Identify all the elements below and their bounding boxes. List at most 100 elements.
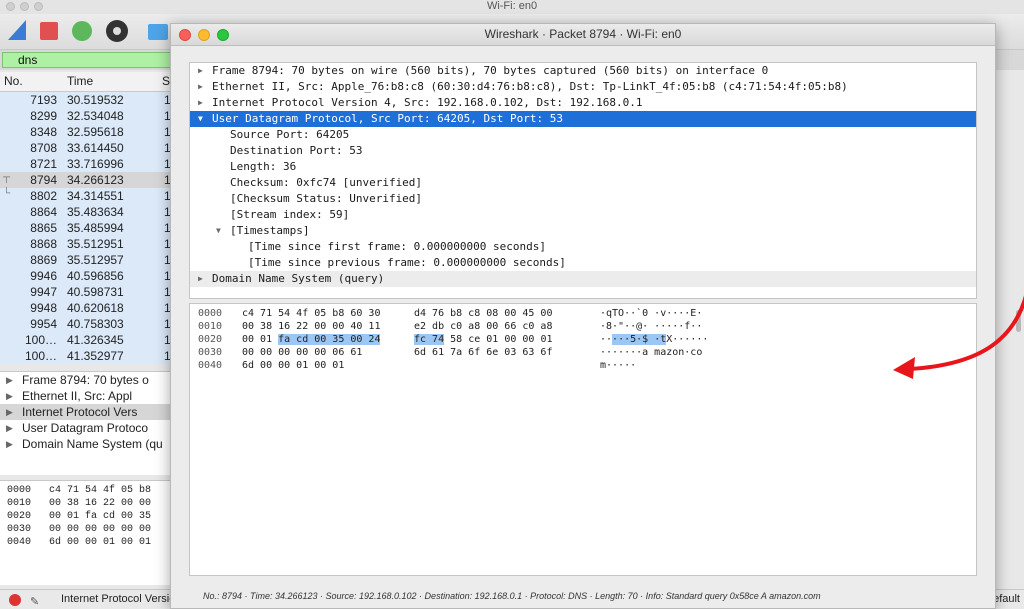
highlighted-bytes[interactable]: fa cd 00 35 00 24 bbox=[278, 334, 381, 345]
packet-number: 8864 bbox=[30, 205, 57, 219]
hex-bytes[interactable]: e2 db c0 a8 00 66 c0 a8 bbox=[414, 321, 552, 332]
expand-triangle-icon[interactable]: ▶ bbox=[6, 420, 13, 436]
packet-row[interactable]: 100… 41.326345 1 bbox=[0, 332, 175, 348]
packet-row[interactable]: 8864 35.483634 1 bbox=[0, 204, 175, 220]
hex-bytes-group-1: 00 01 fa cd 00 35 00 24 bbox=[242, 333, 381, 346]
hex-bytes[interactable]: 58 ce 01 00 00 01 bbox=[444, 334, 552, 345]
tree-row[interactable]: ▶ Frame 8794: 70 bytes on wire (560 bits)… bbox=[190, 63, 976, 79]
detail-row-label: Frame 8794: 70 bytes o bbox=[22, 373, 149, 387]
collapse-triangle-icon[interactable]: ▼ bbox=[198, 111, 203, 127]
packet-row[interactable]: └ 8802 34.314551 1 bbox=[0, 188, 175, 204]
hex-ascii[interactable]: X······ bbox=[666, 334, 708, 345]
detail-row[interactable]: ▶ Internet Protocol Vers bbox=[0, 404, 175, 420]
packet-list-header: No. Time S bbox=[0, 72, 175, 92]
hex-bytes[interactable]: 6d 61 7a 6f 6e 03 63 6f bbox=[414, 347, 552, 358]
tree-row[interactable]: ▼ [Timestamps] bbox=[190, 223, 976, 239]
packet-row[interactable]: 9946 40.596856 1 bbox=[0, 268, 175, 284]
expand-triangle-icon[interactable]: ▶ bbox=[6, 436, 13, 452]
main-minimize-button[interactable] bbox=[20, 2, 29, 11]
column-time[interactable]: Time bbox=[67, 72, 93, 91]
hex-bytes[interactable]: 00 01 bbox=[242, 334, 278, 345]
detail-row[interactable]: ▶ Ethernet II, Src: Appl bbox=[0, 388, 175, 404]
hex-offset: 0020 bbox=[7, 511, 32, 522]
collapse-triangle-icon[interactable]: ▼ bbox=[216, 223, 221, 239]
highlighted-bytes[interactable]: fc 74 bbox=[414, 334, 445, 345]
packet-row[interactable]: 9948 40.620618 1 bbox=[0, 300, 175, 316]
hex-ascii[interactable]: ·qTO··`0 ·v····E· bbox=[600, 308, 702, 319]
hex-bytes[interactable]: 00 00 00 00 00 06 61 bbox=[242, 347, 362, 358]
tree-row[interactable]: Destination Port: 53 bbox=[190, 143, 976, 159]
capture-status-icon[interactable] bbox=[9, 594, 21, 606]
expand-triangle-icon[interactable]: ▶ bbox=[6, 404, 13, 420]
tree-row[interactable]: Checksum: 0xfc74 [unverified] bbox=[190, 175, 976, 191]
tree-row[interactable]: Source Port: 64205 bbox=[190, 127, 976, 143]
packet-row[interactable]: 9954 40.758303 1 bbox=[0, 316, 175, 332]
expand-triangle-icon[interactable]: ▶ bbox=[198, 95, 203, 111]
display-filter-input[interactable]: dns bbox=[2, 52, 177, 68]
status-text: Internet Protocol Versio bbox=[61, 593, 176, 605]
packet-row[interactable]: 8865 35.485994 1 bbox=[0, 220, 175, 236]
tree-row[interactable]: ▶ Internet Protocol Version 4, Src: 192.1… bbox=[190, 95, 976, 111]
hex-bytes[interactable]: 6d 00 00 01 00 01 bbox=[242, 360, 344, 371]
tree-row[interactable]: Length: 36 bbox=[190, 159, 976, 175]
main-zoom-button[interactable] bbox=[34, 2, 43, 11]
packet-row[interactable]: ┬ 8794 34.266123 1 bbox=[0, 172, 175, 188]
hex-offset: 0010 bbox=[7, 498, 32, 509]
expand-triangle-icon[interactable]: ▶ bbox=[6, 388, 13, 404]
detail-row[interactable]: ▶ Frame 8794: 70 bytes o bbox=[0, 372, 175, 388]
tree-row-label: Frame 8794: 70 bytes on wire (560 bits),… bbox=[212, 64, 769, 77]
packet-row[interactable]: 8348 32.595618 1 bbox=[0, 124, 175, 140]
capture-options-gear-icon[interactable] bbox=[106, 20, 128, 42]
packet-row[interactable]: 8708 33.614450 1 bbox=[0, 140, 175, 156]
edit-comment-icon[interactable]: ✎ bbox=[30, 593, 39, 609]
column-source[interactable]: S bbox=[162, 72, 170, 91]
open-file-folder-icon[interactable] bbox=[148, 24, 168, 40]
expand-triangle-icon[interactable]: ▶ bbox=[6, 372, 13, 388]
packet-row[interactable]: 8299 32.534048 1 bbox=[0, 108, 175, 124]
tree-row[interactable]: [Time since first frame: 0.000000000 sec… bbox=[190, 239, 976, 255]
hex-bytes[interactable]: 00 00 00 00 00 00 bbox=[49, 524, 151, 535]
hex-bytes[interactable]: c4 71 54 4f 05 b8 60 30 bbox=[242, 308, 380, 319]
main-close-button[interactable] bbox=[6, 2, 15, 11]
hex-bytes[interactable]: d4 76 b8 c8 08 00 45 00 bbox=[414, 308, 552, 319]
hex-bytes[interactable]: 00 38 16 22 00 00 bbox=[49, 498, 151, 509]
tree-row[interactable]: [Time since previous frame: 0.000000000 … bbox=[190, 255, 976, 271]
profile-label[interactable]: efault bbox=[993, 590, 1020, 609]
tree-row[interactable]: [Stream index: 59] bbox=[190, 207, 976, 223]
tree-row[interactable]: ▶ Ethernet II, Src: Apple_76:b8:c8 (60:30… bbox=[190, 79, 976, 95]
column-no[interactable]: No. bbox=[4, 72, 23, 91]
tree-row[interactable]: ▶ Domain Name System (query) bbox=[190, 271, 976, 287]
packet-row[interactable]: 8868 35.512951 1 bbox=[0, 236, 175, 252]
detail-row-label: User Datagram Protoco bbox=[22, 421, 149, 435]
tree-row[interactable]: [Checksum Status: Unverified] bbox=[190, 191, 976, 207]
hex-ascii[interactable]: m····· bbox=[600, 360, 636, 371]
packet-row[interactable]: 100… 41.352977 1 bbox=[0, 348, 175, 364]
shark-fin-start-icon[interactable] bbox=[8, 20, 30, 42]
packet-row[interactable]: 9947 40.598731 1 bbox=[0, 284, 175, 300]
expand-triangle-icon[interactable]: ▶ bbox=[198, 271, 203, 287]
restart-capture-icon[interactable] bbox=[72, 21, 92, 41]
hex-ascii[interactable]: ·· bbox=[600, 334, 612, 345]
hex-ascii[interactable]: ·8·"··@· ·····f·· bbox=[600, 321, 702, 332]
packet-number: 9948 bbox=[30, 301, 57, 315]
hex-bytes[interactable]: c4 71 54 4f 05 b8 bbox=[49, 485, 151, 496]
packet-time: 32.534048 bbox=[67, 109, 124, 123]
expand-triangle-icon[interactable]: ▶ bbox=[198, 63, 203, 79]
hex-bytes[interactable]: 00 01 fa cd 00 35 bbox=[49, 511, 151, 522]
expand-triangle-icon[interactable]: ▶ bbox=[198, 79, 203, 95]
packet-row[interactable]: 8869 35.512957 1 bbox=[0, 252, 175, 268]
detail-row[interactable]: ▶ Domain Name System (qu bbox=[0, 436, 175, 452]
packet-time: 40.596856 bbox=[67, 269, 124, 283]
stop-capture-icon[interactable] bbox=[40, 22, 58, 40]
tree-row-label: Checksum: 0xfc74 [unverified] bbox=[230, 176, 423, 189]
hex-bytes[interactable]: 00 38 16 22 00 00 40 11 bbox=[242, 321, 380, 332]
packet-row[interactable]: 8721 33.716996 1 bbox=[0, 156, 175, 172]
hex-ascii[interactable]: ·······a mazon·co bbox=[600, 347, 702, 358]
hex-bytes-group-2: e2 db c0 a8 00 66 c0 a8 bbox=[414, 320, 552, 333]
tree-row-label: Domain Name System (query) bbox=[212, 272, 385, 285]
tree-row[interactable]: ▼ User Datagram Protocol, Src Port: 64205… bbox=[190, 111, 976, 127]
highlighted-ascii[interactable]: ···5·$ ·t bbox=[612, 334, 667, 345]
hex-bytes[interactable]: 6d 00 00 01 00 01 bbox=[49, 537, 151, 548]
packet-row[interactable]: 7193 30.519532 1 bbox=[0, 92, 175, 108]
detail-row[interactable]: ▶ User Datagram Protoco bbox=[0, 420, 175, 436]
